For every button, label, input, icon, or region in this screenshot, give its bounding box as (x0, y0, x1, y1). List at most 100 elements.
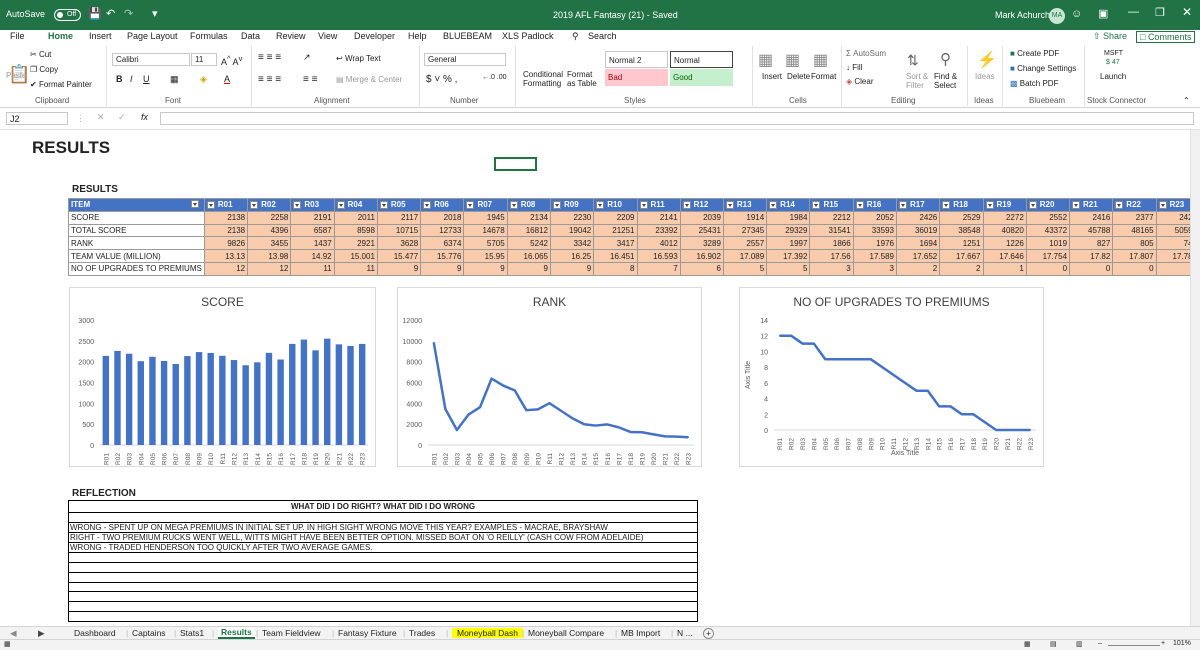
table-cell[interactable]: 2134 (506, 210, 551, 225)
column-header[interactable]: R06 (420, 198, 465, 212)
sheet-tab[interactable]: Fantasy Fixture (338, 628, 397, 638)
reflection-line[interactable] (68, 581, 698, 593)
table-cell[interactable]: 17.754 (1025, 249, 1071, 263)
table-cell[interactable]: 2557 (722, 236, 768, 251)
align-top-icon[interactable]: ≡ ≡ ≡ (258, 52, 281, 63)
filter-dropdown-icon[interactable] (812, 201, 821, 210)
sheet-tab[interactable]: Team Fieldview (262, 628, 321, 638)
font-name-dropdown[interactable]: Calibri (112, 53, 190, 66)
column-header[interactable]: R07 (463, 198, 508, 212)
table-cell[interactable]: 1976 (852, 236, 897, 251)
sheet-tab[interactable]: Moneyball Dash (452, 628, 523, 638)
tab-view[interactable]: View (318, 31, 337, 41)
data-point[interactable] (904, 382, 906, 384)
table-cell[interactable]: 1019 (1025, 236, 1071, 251)
tab-help[interactable]: Help (408, 31, 427, 41)
table-cell[interactable]: 2258 (247, 210, 292, 225)
upgrades-chart[interactable]: NO OF UPGRADES TO PREMIUMS 0 2 4 6 8 10 12 14 R0… (739, 287, 1044, 467)
tab-file[interactable]: File (10, 31, 25, 41)
column-header[interactable]: R02 (247, 198, 292, 212)
zoom-out-icon[interactable]: – (1098, 640, 1102, 647)
table-cell[interactable]: 5 (722, 261, 768, 276)
fill-button[interactable]: ↓ Fill (846, 63, 862, 72)
filter-dropdown-icon[interactable] (985, 201, 994, 210)
table-cell[interactable]: 14678 (463, 223, 508, 238)
decimal-icon[interactable]: ←.0 .00 (482, 74, 507, 81)
row-label[interactable]: TEAM VALUE (MILLION) (68, 249, 205, 263)
data-point[interactable] (583, 423, 585, 425)
bar[interactable] (114, 350, 121, 445)
tab-xls-padlock[interactable]: XLS Padlock (502, 31, 554, 41)
table-cell[interactable]: 12 (203, 261, 249, 276)
bar[interactable] (149, 356, 156, 445)
table-cell[interactable]: 2272 (982, 210, 1027, 225)
wrap-text-button[interactable]: ↩ Wrap Text (336, 54, 381, 63)
column-header[interactable]: R03 (290, 198, 335, 212)
reflection-line[interactable] (68, 591, 698, 603)
close-icon[interactable]: ✕ (1182, 5, 1192, 19)
table-cell[interactable]: 19042 (549, 223, 595, 238)
column-header[interactable]: ITEM (68, 198, 205, 212)
row-label[interactable]: NO OF UPGRADES TO PREMIUMS (68, 261, 205, 276)
table-cell[interactable]: 2230 (549, 210, 595, 225)
column-header[interactable]: R21 (1069, 198, 1114, 212)
table-cell[interactable]: 9826 (203, 236, 249, 251)
filter-dropdown-icon[interactable] (596, 201, 605, 210)
filter-dropdown-icon[interactable] (1072, 201, 1081, 210)
clear-button[interactable]: ◈ Clear (846, 77, 874, 86)
fx-icon[interactable]: fx (141, 112, 148, 122)
data-point[interactable] (444, 408, 447, 410)
column-header[interactable]: R17 (895, 198, 941, 212)
table-cell[interactable]: 21251 (593, 223, 638, 238)
sheet-tab[interactable]: MB Import (621, 628, 660, 638)
data-point[interactable] (513, 389, 516, 392)
table-cell[interactable]: 2552 (1025, 210, 1071, 225)
tab-review[interactable]: Review (276, 31, 306, 41)
autosum-button[interactable]: Σ AutoSum (846, 49, 886, 58)
table-cell[interactable]: 16.902 (679, 249, 724, 263)
table-cell[interactable]: 1437 (290, 236, 335, 251)
table-cell[interactable]: 13.13 (203, 249, 249, 263)
reflection-line[interactable] (68, 561, 698, 573)
data-point[interactable] (983, 421, 986, 423)
bar[interactable] (265, 352, 273, 445)
data-point[interactable] (1006, 429, 1009, 431)
format-button[interactable]: Format (811, 72, 836, 81)
filter-dropdown-icon[interactable] (552, 201, 561, 210)
table-cell[interactable]: 2209 (593, 210, 638, 225)
table-cell[interactable]: 5242 (506, 236, 551, 251)
table-cell[interactable]: 9 (376, 261, 422, 276)
table-cell[interactable]: 8 (593, 261, 638, 276)
data-point[interactable] (972, 413, 975, 416)
fill-color-icon[interactable]: ◈ (200, 74, 207, 85)
table-cell[interactable]: 805 (1112, 236, 1157, 251)
bar[interactable] (102, 355, 110, 445)
filter-dropdown-icon[interactable] (725, 201, 734, 210)
column-header[interactable]: R12 (679, 198, 724, 212)
table-cell[interactable]: 17.646 (982, 249, 1027, 263)
table-cell[interactable]: 2138 (203, 223, 249, 238)
table-cell[interactable]: 1226 (982, 236, 1027, 251)
table-cell[interactable]: 2212 (809, 210, 854, 225)
indent-icon[interactable]: ≡ ≡ (303, 74, 317, 85)
table-cell[interactable]: 17.089 (722, 249, 768, 263)
align-left-icon[interactable]: ≡ ≡ ≡ (258, 74, 281, 85)
insert-button[interactable]: Insert (762, 72, 782, 81)
table-cell[interactable]: 1251 (939, 236, 984, 251)
table-cell[interactable]: 1 (982, 261, 1027, 276)
filter-dropdown-icon[interactable] (336, 201, 345, 210)
data-point[interactable] (675, 435, 678, 438)
score-chart[interactable]: SCORE 0 500 1000 1500 2000 2500 3000 R01 R02 R03 R… (69, 287, 376, 467)
data-point[interactable] (881, 366, 884, 368)
sheet-tab[interactable]: Results (218, 627, 255, 639)
data-point[interactable] (467, 413, 470, 416)
table-cell[interactable]: 2416 (1069, 210, 1114, 225)
table-cell[interactable]: 15.776 (420, 249, 465, 263)
bar[interactable] (358, 343, 366, 445)
table-cell[interactable]: 25431 (679, 223, 724, 238)
data-point[interactable] (618, 426, 620, 429)
data-point[interactable] (606, 423, 609, 426)
data-point[interactable] (824, 358, 827, 361)
series-line[interactable] (432, 342, 689, 439)
data-point[interactable] (687, 436, 690, 439)
